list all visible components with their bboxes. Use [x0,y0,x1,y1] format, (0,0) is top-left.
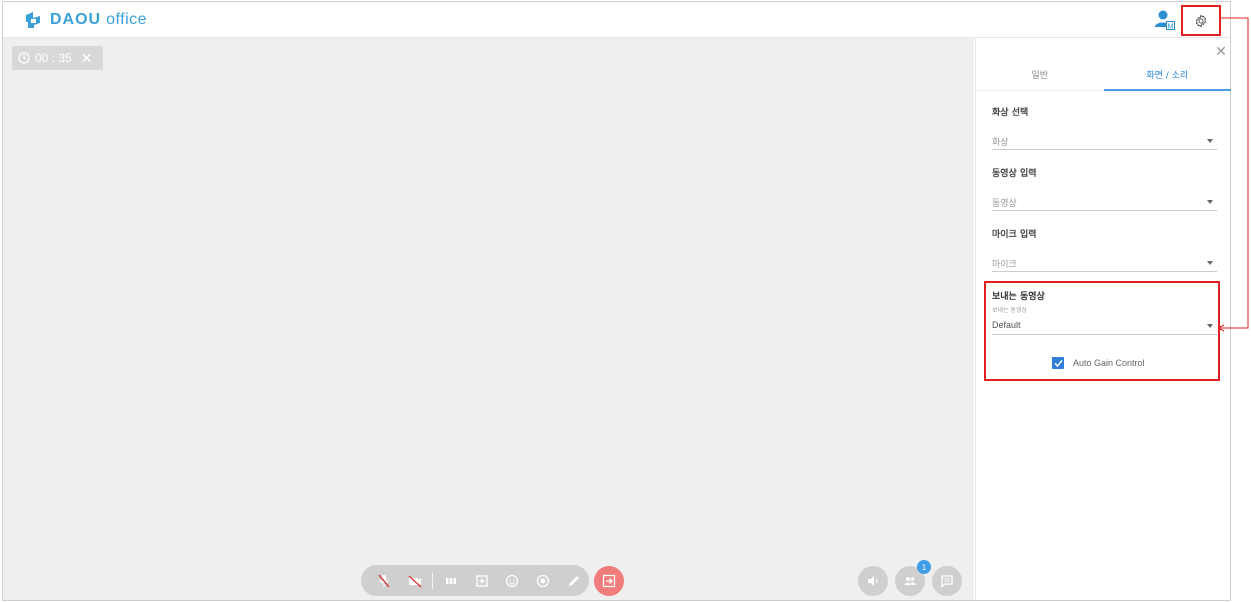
mic-toggle-button[interactable] [369,565,400,596]
settings-panel: ✕ 일반 화면 / 소리 화상 선택 화상 동영상 입력 동영상 마이크 입력 … [975,38,1231,600]
gear-icon [1195,14,1207,27]
draw-button[interactable] [558,565,589,596]
exit-icon [602,574,616,588]
video-input-title: 동영상 입력 [992,169,1037,179]
close-settings-icon[interactable]: ✕ [1214,44,1228,58]
participants-icon [904,577,916,585]
leave-call-button[interactable] [594,566,624,596]
logo-mark-icon [26,12,40,28]
video-select-title: 화상 선택 [992,108,1029,118]
top-bar: DAOU office M [3,2,1230,38]
auto-gain-checkbox[interactable] [1052,357,1064,369]
chat-icon [941,575,953,588]
chat-button[interactable] [932,566,962,596]
toolbar-divider [432,572,434,589]
chevron-down-icon [1207,139,1213,143]
video-input-dropdown[interactable]: 동영상 [992,191,1217,211]
volume-button[interactable] [858,566,888,596]
emoji-icon [506,574,519,587]
send-video-dropdown[interactable]: Default [992,315,1217,335]
svg-text:M: M [1168,24,1174,31]
auto-gain-label: Auto Gain Control [1073,358,1145,368]
emoji-button[interactable] [497,565,528,596]
record-button[interactable] [528,565,559,596]
chevron-down-icon [1207,261,1213,265]
pen-icon [568,575,579,586]
video-select-value: 화상 [992,138,1009,148]
settings-button[interactable] [1181,5,1221,36]
send-video-title: 보내는 동영상 [992,292,1045,302]
grid-layout-icon [445,577,456,584]
record-icon [536,574,550,587]
close-timer-icon[interactable]: ✕ [81,50,93,67]
layout-button[interactable] [435,565,466,596]
auto-gain-control[interactable]: Auto Gain Control [1052,357,1145,369]
video-select-dropdown[interactable]: 화상 [992,130,1217,150]
mic-input-value: 마이크 [992,260,1017,270]
logo-text-light: office [106,11,148,28]
call-timer: 00 : 35 ✕ [12,46,103,70]
timer-text: 00 : 35 [35,51,72,65]
video-input-value: 동영상 [992,199,1017,209]
camera-toggle-button[interactable] [400,565,431,596]
user-admin-button[interactable]: M [1154,9,1176,31]
app-window: DAOU office M 00 : 35 ✕ 1 ✕ 일반 화면 / 소리 화… [2,1,1231,601]
tab-screen-sound[interactable]: 화면 / 소리 [1103,62,1231,91]
video-stage: 00 : 35 ✕ 1 [3,38,974,600]
chevron-down-icon [1207,200,1213,204]
clock-icon [18,52,30,64]
user-admin-icon: M [1155,10,1175,31]
speaker-icon [868,576,878,586]
daou-office-logo: DAOU office [24,10,147,30]
send-video-value: Default [992,320,1021,330]
mic-input-dropdown[interactable]: 마이크 [992,252,1217,272]
logo-text-bold: DAOU [50,11,102,28]
checkmark-icon [1053,359,1063,367]
mic-off-icon [378,574,390,587]
tab-general[interactable]: 일반 [976,62,1104,91]
participant-count-badge: 1 [917,560,931,574]
settings-tabs: 일반 화면 / 소리 [976,62,1231,91]
call-toolbar [361,565,589,596]
send-video-sublabel: 보내는 동영상 [992,307,1028,314]
chevron-down-icon [1207,324,1213,328]
mic-input-title: 마이크 입력 [992,230,1037,240]
add-screen-button[interactable] [466,565,497,596]
camera-off-icon [408,574,422,588]
add-screen-icon [475,574,488,587]
